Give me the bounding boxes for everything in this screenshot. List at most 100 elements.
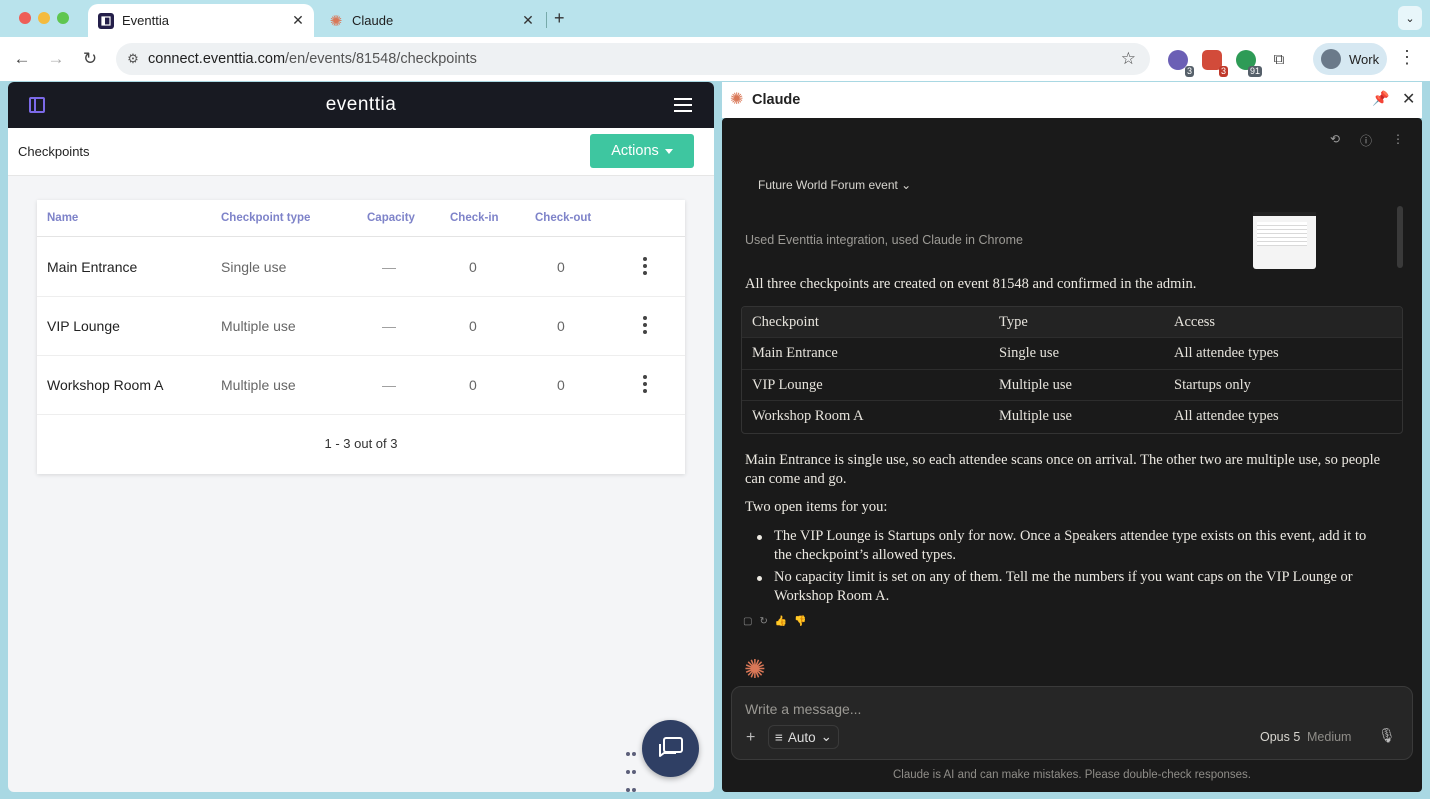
table-row[interactable]: VIP Lounge Multiple use — 0 0 bbox=[37, 297, 685, 356]
tab-claude[interactable]: ✺ Claude ✕ bbox=[318, 4, 544, 37]
row-more-icon[interactable] bbox=[643, 375, 649, 396]
profile-button[interactable]: Work bbox=[1313, 43, 1387, 75]
thumbs-up-icon[interactable]: 👍 bbox=[775, 616, 794, 627]
checkpoint-name: VIP Lounge bbox=[47, 318, 120, 334]
chat-widget-button[interactable] bbox=[642, 720, 699, 777]
checkin-count: 0 bbox=[469, 377, 477, 393]
response-intro: All three checkpoints are created on eve… bbox=[745, 276, 1197, 292]
eventtia-logo: eventtia bbox=[325, 94, 397, 115]
extension-2-icon[interactable]: 3 bbox=[1202, 50, 1228, 77]
url-path: /en/events/81548/checkpoints bbox=[285, 51, 477, 67]
caret-down-icon bbox=[664, 148, 673, 154]
eventtia-header: eventtia bbox=[8, 82, 714, 128]
model-selector[interactable]: Opus 5 bbox=[1260, 730, 1300, 744]
drag-handle-icon[interactable] bbox=[625, 744, 637, 792]
forward-icon[interactable]: → bbox=[44, 47, 68, 71]
extension-badge: 3 bbox=[1184, 66, 1194, 77]
table-cell: Single use bbox=[999, 345, 1060, 362]
extension-badge: 91 bbox=[1247, 66, 1262, 77]
url-text: connect.eventtia.com/en/events/81548/che… bbox=[148, 51, 477, 67]
message-composer[interactable]: Write a message... + ≡ Auto ⌄ Opus 5 Mediu… bbox=[731, 686, 1413, 760]
row-more-icon[interactable] bbox=[643, 316, 649, 337]
actions-button[interactable]: Actions bbox=[590, 134, 694, 168]
tab-close-icon[interactable]: ✕ bbox=[288, 12, 308, 29]
tab-separator bbox=[546, 12, 547, 28]
claude-panel-header: ✺ Claude 📌 ✕ bbox=[722, 82, 1422, 118]
eventtia-app: eventtia Checkpoints Actions Name Checkp… bbox=[8, 82, 714, 792]
reload-icon[interactable]: ↻ bbox=[78, 47, 102, 71]
new-chat-icon[interactable]: ⓘ bbox=[1360, 132, 1372, 149]
list-item: The VIP Lounge is Startups only for now.… bbox=[757, 527, 1384, 565]
table-row: VIP Lounge Multiple use Startups only bbox=[742, 370, 1402, 402]
profile-label: Work bbox=[1349, 51, 1380, 67]
checkpoint-type: Single use bbox=[221, 259, 287, 275]
chat-bubble-icon bbox=[658, 736, 683, 757]
column-header-name[interactable]: Name bbox=[47, 212, 78, 224]
row-more-icon[interactable] bbox=[643, 257, 649, 278]
page-toolbar: Checkpoints Actions bbox=[8, 128, 714, 176]
more-options-icon[interactable]: ⋮ bbox=[1392, 132, 1404, 146]
table-row[interactable]: Main Entrance Single use — 0 0 bbox=[37, 238, 685, 297]
scrollbar[interactable] bbox=[1397, 206, 1403, 268]
table-row[interactable]: Workshop Room A Multiple use — 0 0 bbox=[37, 356, 685, 415]
tab-search-button[interactable]: ⌄ bbox=[1398, 6, 1422, 30]
pagination-summary: 1 - 3 out of 3 bbox=[324, 436, 398, 451]
response-paragraph: Main Entrance is single use, so each att… bbox=[745, 452, 1381, 487]
chevron-down-icon: ⌄ bbox=[820, 729, 832, 744]
table-header: Name Checkpoint type Capacity Check-in C… bbox=[37, 200, 685, 237]
table-cell: Startups only bbox=[1174, 376, 1251, 393]
open-items-list: The VIP Lounge is Startups only for now.… bbox=[757, 527, 1384, 609]
back-icon[interactable]: ← bbox=[10, 47, 34, 71]
chat-toolbar: ⟲ ⓘ ⋮ bbox=[722, 118, 1422, 160]
add-attachment-icon[interactable]: + bbox=[746, 729, 755, 747]
claude-favicon-icon: ✺ bbox=[329, 12, 343, 30]
retry-icon[interactable]: ↻ bbox=[759, 616, 774, 627]
column-header-capacity[interactable]: Capacity bbox=[367, 212, 415, 224]
window-zoom-button[interactable] bbox=[57, 12, 69, 24]
extension-3-icon[interactable]: 91 bbox=[1236, 50, 1262, 77]
project-selector[interactable]: Future World Forum event ⌄ bbox=[758, 178, 911, 192]
new-tab-button[interactable]: + bbox=[554, 8, 565, 29]
address-bar[interactable]: ⚙ connect.eventtia.com/en/events/81548/c… bbox=[116, 43, 1150, 75]
url-host: connect.eventtia.com bbox=[148, 51, 286, 67]
mode-selector[interactable]: ≡ Auto ⌄ bbox=[768, 725, 839, 749]
tab-title: Eventtia bbox=[122, 13, 169, 28]
extensions-puzzle-icon[interactable]: ⧉ bbox=[1267, 47, 1291, 71]
bookmark-star-icon[interactable]: ☆ bbox=[1121, 49, 1136, 69]
history-icon[interactable]: ⟲ bbox=[1330, 132, 1340, 146]
hamburger-menu-icon[interactable] bbox=[674, 98, 692, 116]
mode-icon: ≡ bbox=[775, 729, 783, 745]
table-cell: All attendee types bbox=[1174, 408, 1279, 425]
column-header-checkout[interactable]: Check-out bbox=[535, 212, 591, 224]
tab-eventtia[interactable]: Eventtia ✕ bbox=[88, 4, 314, 37]
window-close-button[interactable] bbox=[19, 12, 31, 24]
effort-selector[interactable]: Medium bbox=[1307, 730, 1351, 744]
microphone-icon[interactable]: 🎙 bbox=[1378, 727, 1396, 744]
close-panel-icon[interactable]: ✕ bbox=[1402, 89, 1415, 109]
extension-1-icon[interactable]: 3 bbox=[1168, 50, 1194, 77]
browser-menu-icon[interactable]: ⋮ bbox=[1398, 47, 1416, 68]
copy-icon[interactable]: ▢ bbox=[743, 616, 759, 627]
pin-icon[interactable]: 📌 bbox=[1372, 90, 1389, 107]
checkpoint-capacity: — bbox=[382, 377, 396, 393]
disclaimer-text: Claude is AI and can make mistakes. Plea… bbox=[893, 769, 1251, 781]
window-minimize-button[interactable] bbox=[38, 12, 50, 24]
checkout-count: 0 bbox=[557, 318, 565, 334]
checkout-count: 0 bbox=[557, 259, 565, 275]
tab-title: Claude bbox=[352, 13, 394, 28]
checkpoint-name: Main Entrance bbox=[47, 259, 138, 275]
table-header-cell: Checkpoint bbox=[752, 314, 819, 330]
thumbs-down-icon[interactable]: 👎 bbox=[794, 616, 813, 627]
eventtia-favicon-icon bbox=[98, 12, 114, 29]
site-info-icon[interactable]: ⚙ bbox=[118, 51, 148, 67]
browser-tab-bar: Eventtia ✕ ✺ Claude ✕ + ⌄ bbox=[0, 0, 1430, 37]
tool-usage-summary[interactable]: Used Eventtia integration, used Claude i… bbox=[745, 233, 1023, 247]
message-input[interactable]: Write a message... bbox=[745, 701, 861, 717]
tab-close-icon[interactable]: ✕ bbox=[518, 12, 538, 29]
checkin-count: 0 bbox=[469, 259, 477, 275]
table-row: Workshop Room A Multiple use All attende… bbox=[742, 401, 1402, 432]
column-header-checkin[interactable]: Check-in bbox=[450, 212, 499, 224]
checkpoint-type: Multiple use bbox=[221, 377, 296, 393]
screenshot-thumbnail[interactable] bbox=[1253, 212, 1316, 269]
column-header-type[interactable]: Checkpoint type bbox=[221, 212, 310, 224]
